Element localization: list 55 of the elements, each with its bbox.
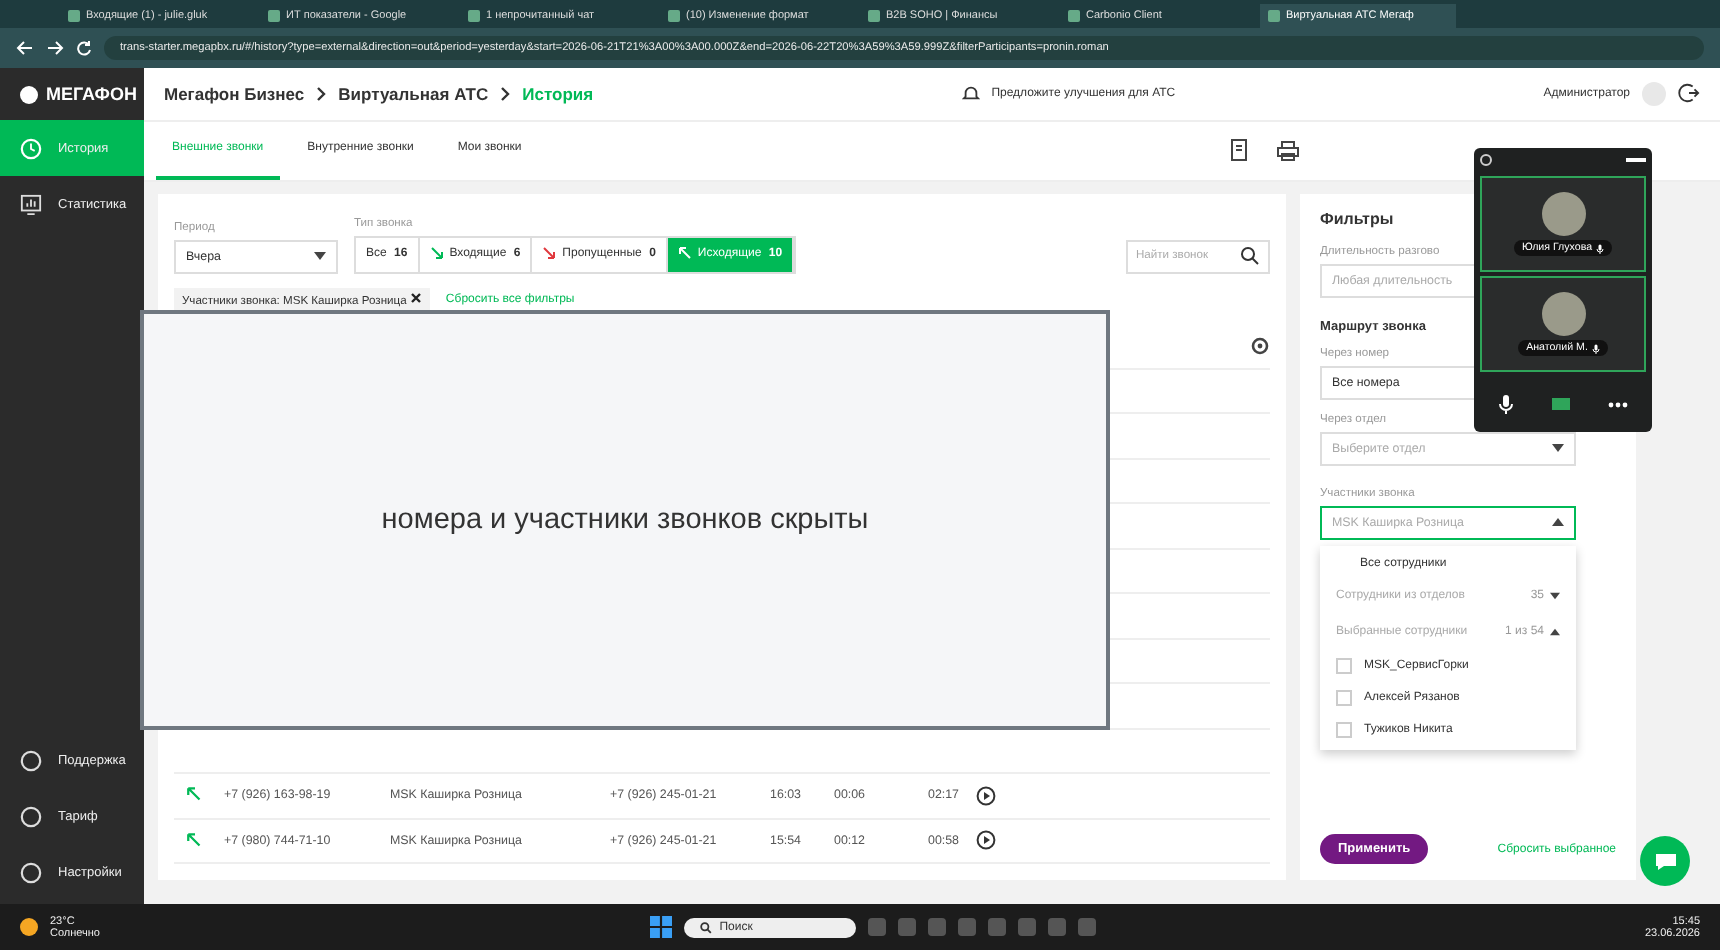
caret-icon (1552, 518, 1564, 526)
bell-icon (961, 84, 980, 103)
circle-icon (20, 861, 42, 883)
avatar-icon (1541, 292, 1585, 336)
chat-icon (1653, 851, 1677, 871)
call-arrow-icon (542, 246, 559, 262)
outgoing-call-icon (186, 786, 204, 805)
circle-icon (20, 749, 42, 771)
favicon-icon (1068, 10, 1080, 22)
logout-icon[interactable] (1678, 82, 1701, 105)
caret-up-icon (1550, 627, 1560, 635)
checkbox[interactable] (1336, 689, 1352, 705)
breadcrumb[interactable]: Виртуальная АТС (338, 83, 489, 104)
windows-icon[interactable] (649, 916, 672, 938)
overlay-text: номера и участники звонков скрыты (381, 504, 869, 536)
favicon-icon (1268, 10, 1280, 22)
chevron-icon (316, 85, 327, 102)
avatar-icon (1541, 192, 1585, 236)
print-icon[interactable] (1276, 139, 1300, 162)
caret-icon (1552, 444, 1564, 452)
microphone-icon[interactable] (1498, 394, 1515, 414)
breadcrumb[interactable]: Мегафон Бизнес (164, 83, 305, 104)
more-icon[interactable] (1607, 401, 1628, 407)
favicon-icon (868, 10, 880, 22)
play-icon[interactable] (976, 830, 996, 851)
screen-share-icon[interactable] (1551, 398, 1570, 410)
back-icon[interactable] (16, 40, 34, 56)
checkbox[interactable] (1336, 657, 1352, 673)
microphone-icon (1596, 243, 1605, 253)
checkbox[interactable] (1336, 721, 1352, 737)
chevron-icon (500, 85, 511, 102)
circle-icon (20, 805, 42, 827)
sun-icon (20, 918, 38, 936)
search-icon (1240, 246, 1260, 266)
clock-icon (20, 137, 42, 159)
document-icon[interactable] (1230, 138, 1252, 163)
favicon-icon (668, 10, 680, 22)
settings-icon[interactable] (1250, 335, 1270, 355)
panel-title: Фильтры (1320, 209, 1396, 227)
call-arrow-icon (429, 246, 446, 262)
close-icon[interactable] (409, 291, 422, 303)
logo: МЕГАФОН (0, 68, 144, 120)
search-icon (699, 921, 712, 933)
favicon-icon (68, 10, 80, 22)
caret-down-icon (1550, 591, 1560, 599)
play-icon[interactable] (976, 785, 996, 806)
call-arrow-icon (677, 246, 694, 262)
outgoing-call-icon (186, 831, 204, 850)
favicon-icon (468, 10, 480, 22)
forward-icon[interactable] (46, 40, 64, 56)
chart-icon (20, 193, 42, 215)
reload-icon[interactable] (76, 40, 92, 56)
favicon-icon (268, 10, 280, 22)
caret-icon (314, 252, 326, 260)
microphone-icon (1591, 343, 1600, 353)
